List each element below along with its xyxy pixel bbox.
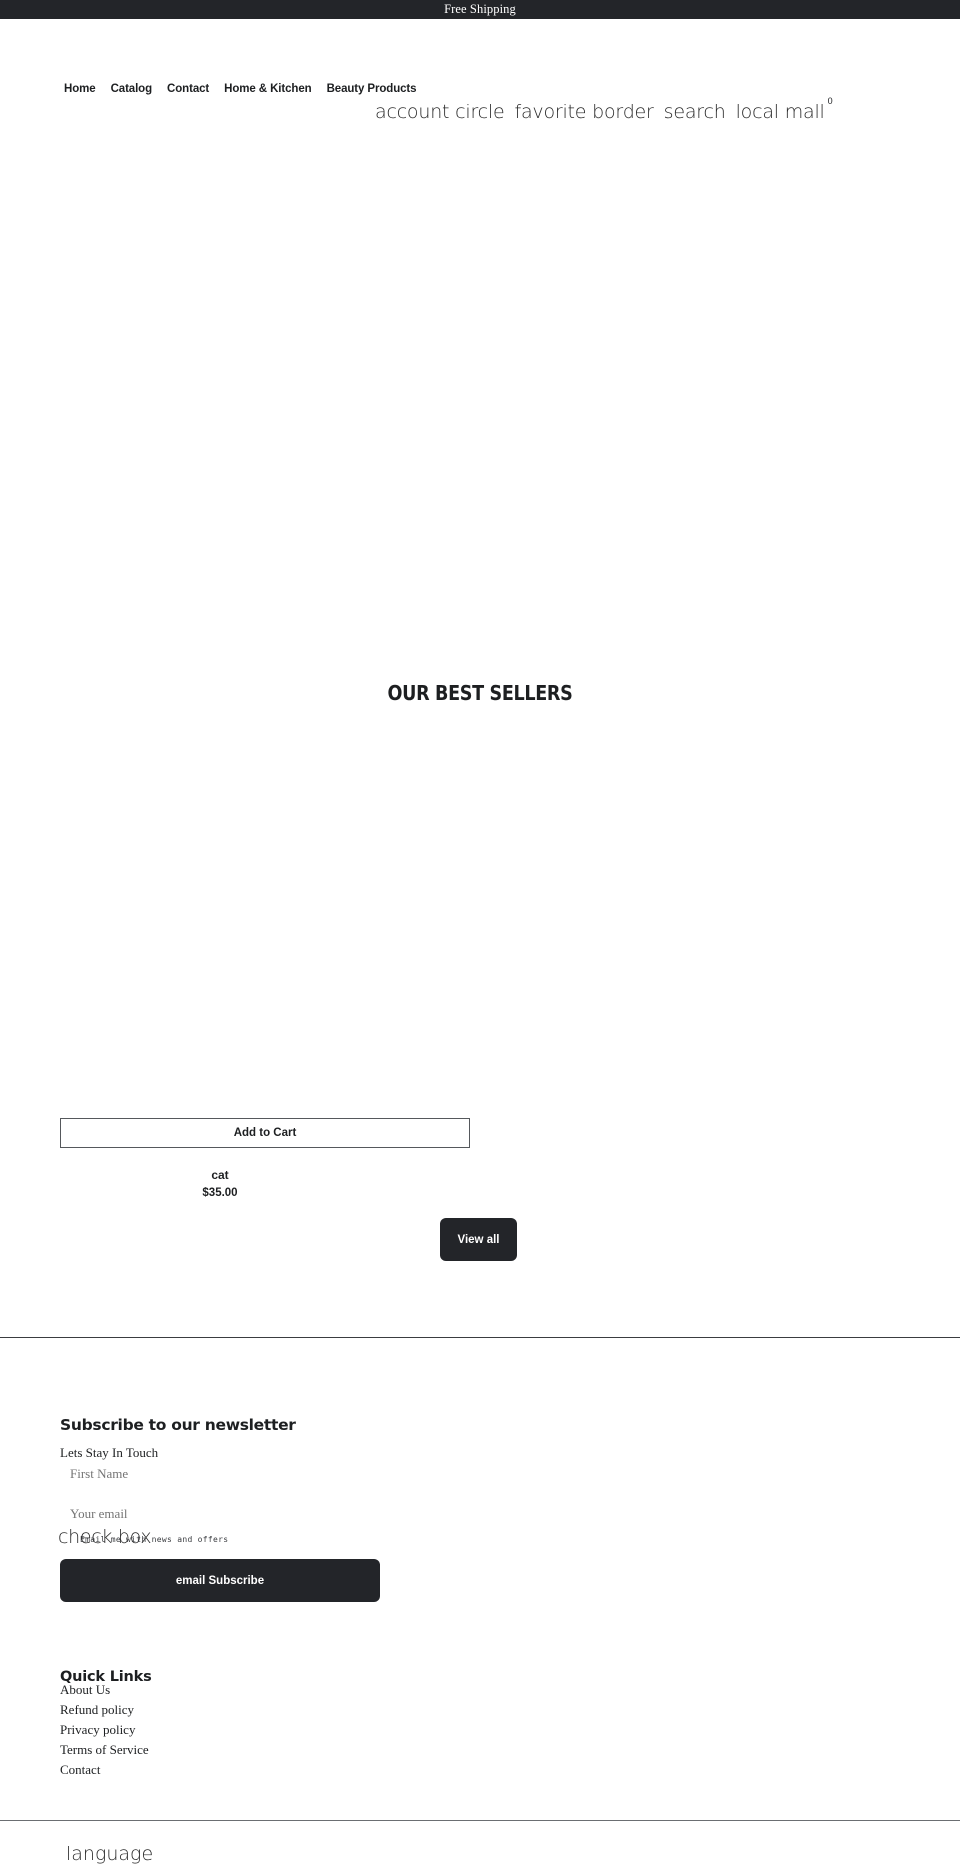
cart-count-badge: 0	[827, 96, 833, 106]
product-price: $35.00	[202, 1187, 238, 1199]
nav-item-home[interactable]: Home	[64, 83, 96, 95]
list-item: Contact	[60, 1760, 149, 1780]
product-grid	[0, 710, 960, 1130]
account-circle-icon[interactable]: account circle	[375, 103, 505, 122]
nav-item-contact[interactable]: Contact	[167, 83, 209, 95]
list-item: About Us	[60, 1680, 149, 1700]
quick-link-about-us[interactable]: About Us	[60, 1680, 149, 1700]
search-icon[interactable]: search	[664, 103, 726, 122]
first-name-input[interactable]	[60, 1457, 380, 1491]
list-item: Privacy policy	[60, 1720, 149, 1740]
list-item: Terms of Service	[60, 1740, 149, 1760]
nav-item-home-and-kitchen[interactable]: Home & Kitchen	[224, 83, 312, 95]
header-icon-group: account circle favorite border search lo…	[375, 97, 833, 122]
subscribe-button-label: Subscribe	[208, 1574, 265, 1587]
product-card[interactable]	[60, 710, 470, 1120]
favorite-border-icon[interactable]: favorite border	[514, 103, 653, 122]
announcement-bar: Free Shipping	[0, 0, 960, 19]
product-image[interactable]	[60, 710, 470, 1120]
hero-banner-region	[0, 141, 960, 641]
quick-link-privacy-policy[interactable]: Privacy policy	[60, 1720, 149, 1740]
view-all-button[interactable]: View all	[440, 1218, 517, 1261]
site-header: Home Catalog Contact Home & Kitchen Beau…	[0, 19, 960, 141]
quick-link-terms-of-service[interactable]: Terms of Service	[60, 1740, 149, 1760]
add-to-cart-button[interactable]: Add to Cart	[60, 1118, 470, 1148]
nav-item-catalog[interactable]: Catalog	[111, 83, 153, 95]
quick-links-list: About Us Refund policy Privacy policy Te…	[60, 1680, 149, 1780]
email-icon: email	[175, 1574, 206, 1587]
product-title[interactable]: cat	[60, 1168, 380, 1182]
quick-link-refund-policy[interactable]: Refund policy	[60, 1700, 149, 1720]
main-navigation: Home Catalog Contact Home & Kitchen Beau…	[64, 83, 417, 95]
best-sellers-heading: OUR BEST SELLERS	[387, 680, 573, 705]
newsletter-heading: Subscribe to our newsletter	[60, 1415, 296, 1434]
list-item: Refund policy	[60, 1700, 149, 1720]
nav-item-beauty-products[interactable]: Beauty Products	[327, 83, 417, 95]
newsletter-consent-row[interactable]: check box Email me with news and offers	[58, 1528, 398, 1552]
local-mall-cart-icon[interactable]: local mall	[736, 101, 825, 123]
newsletter-consent-label: Email me with news and offers	[80, 1535, 229, 1544]
footer-bottom-divider	[0, 1820, 960, 1821]
announcement-text: Free Shipping	[444, 2, 516, 16]
cart-link[interactable]: local mall 0	[736, 97, 833, 123]
newsletter-subscribe-button[interactable]: email Subscribe	[60, 1559, 380, 1602]
language-icon[interactable]: language	[66, 1845, 153, 1864]
quick-link-contact[interactable]: Contact	[60, 1760, 149, 1780]
